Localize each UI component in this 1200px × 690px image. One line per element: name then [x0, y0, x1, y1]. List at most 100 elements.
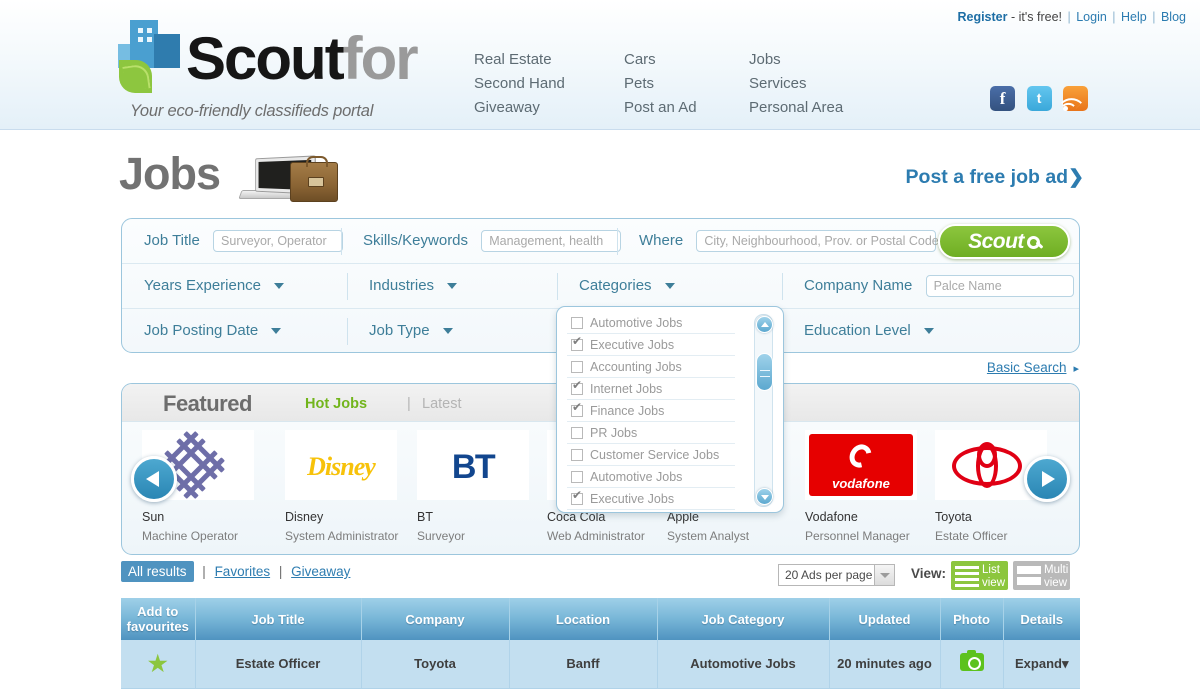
list-view-button[interactable]: List view — [951, 561, 1008, 590]
job-posting-date-label: Job Posting Date — [144, 322, 259, 339]
cell-favourite[interactable]: ★ — [121, 640, 196, 689]
company-name-input[interactable]: Palce Name — [925, 275, 1074, 298]
skills-input[interactable]: Management, health — [481, 230, 622, 253]
ads-per-page-select[interactable]: 20 Ads per page — [778, 564, 895, 586]
checkbox-icon[interactable] — [571, 449, 583, 461]
dropdown-scrollbar[interactable] — [754, 314, 773, 507]
search-row-2: Years Experience Industries Categories C… — [122, 264, 1079, 309]
results-table-wrapper: Add to favourites Job Title Company Loca… — [121, 598, 1080, 689]
nav-column-2: Cars Pets Post an Ad — [624, 48, 749, 120]
job-posting-date-dropdown[interactable]: Job Posting Date — [122, 309, 282, 353]
checkbox-icon[interactable] — [571, 489, 583, 505]
featured-card[interactable]: Disney Disney System Administrator — [285, 430, 401, 543]
blog-link[interactable]: Blog — [1161, 10, 1186, 24]
nav-personal-area[interactable]: Personal Area — [749, 96, 843, 120]
category-option[interactable]: PR Jobs — [567, 422, 735, 444]
category-option[interactable]: Automotive Jobs — [567, 466, 735, 488]
category-option[interactable]: Accounting Jobs — [567, 356, 735, 378]
laptop-briefcase-icon — [238, 152, 338, 206]
chevron-down-icon: ▾ — [1061, 655, 1069, 671]
where-field-group: Where City, Neighbourhood, Prov. or Post… — [617, 219, 939, 263]
checkbox-icon[interactable] — [571, 335, 583, 351]
carousel-next-button[interactable] — [1024, 456, 1070, 502]
checkbox-icon[interactable] — [571, 361, 583, 373]
checkbox-icon[interactable] — [571, 427, 583, 439]
job-type-dropdown[interactable]: Job Type — [347, 309, 453, 353]
scout-search-button[interactable]: Scout — [938, 224, 1070, 259]
page-title-bar: Jobs Post a free job ad❯ — [0, 130, 1200, 208]
scrollbar-thumb[interactable] — [756, 353, 773, 391]
where-input[interactable]: City, Neighbourhood, Prov. or Postal Cod… — [696, 230, 939, 253]
checkbox-icon[interactable] — [571, 401, 583, 417]
twitter-icon[interactable]: t — [1026, 86, 1052, 111]
col-company[interactable]: Company — [361, 598, 510, 640]
nav-real-estate[interactable]: Real Estate — [474, 48, 624, 72]
tab-giveaway[interactable]: Giveaway — [291, 564, 350, 579]
main-navigation: Real Estate Second Hand Giveaway Cars Pe… — [474, 48, 874, 120]
facebook-icon[interactable]: f — [990, 86, 1016, 111]
register-link[interactable]: Register — [957, 10, 1007, 24]
carousel-prev-button[interactable] — [131, 456, 177, 502]
multi-view-button[interactable]: Multi view — [1013, 561, 1070, 590]
category-option[interactable]: Automotive Jobs — [567, 312, 735, 334]
multi-view-label-1: Multi — [1044, 564, 1069, 576]
tab-all-results[interactable]: All results — [121, 561, 194, 582]
cell-details[interactable]: Expand▾ — [1003, 640, 1080, 689]
col-location[interactable]: Location — [509, 598, 658, 640]
col-add-to-favourites[interactable]: Add to favourites — [121, 598, 196, 640]
category-option[interactable]: Executive Jobs — [567, 334, 735, 356]
page-title: Jobs — [119, 148, 221, 199]
tab-favorites[interactable]: Favorites — [215, 564, 271, 579]
nav-second-hand[interactable]: Second Hand — [474, 72, 624, 96]
years-experience-dropdown[interactable]: Years Experience — [122, 264, 285, 308]
col-updated[interactable]: Updated — [829, 598, 941, 640]
checkbox-icon[interactable] — [571, 379, 583, 395]
categories-checkbox-list: Automotive Jobs Executive Jobs Accountin… — [557, 312, 745, 510]
checkbox-icon[interactable] — [571, 317, 583, 329]
col-job-title[interactable]: Job Title — [195, 598, 362, 640]
col-details[interactable]: Details — [1003, 598, 1080, 640]
nav-pets[interactable]: Pets — [624, 72, 749, 96]
featured-card[interactable]: vodafone Vodafone Personnel Manager — [805, 430, 921, 543]
tab-latest[interactable]: Latest — [422, 396, 462, 412]
nav-giveaway[interactable]: Giveaway — [474, 96, 624, 120]
login-link[interactable]: Login — [1076, 10, 1107, 24]
category-label: Accounting Jobs — [590, 360, 682, 374]
nav-services[interactable]: Services — [749, 72, 843, 96]
scroll-down-icon[interactable] — [756, 488, 773, 505]
industries-dropdown[interactable]: Industries — [347, 264, 458, 308]
nav-post-an-ad[interactable]: Post an Ad — [624, 96, 749, 120]
job-title-label: Job Title — [144, 232, 200, 249]
tab-hot-jobs[interactable]: Hot Jobs — [305, 396, 367, 412]
category-label: Customer Service Jobs — [590, 448, 720, 462]
camera-icon[interactable] — [959, 650, 984, 672]
col-photo[interactable]: Photo — [940, 598, 1004, 640]
cell-location: Banff — [509, 640, 658, 689]
category-option[interactable]: Executive Jobs — [567, 488, 735, 510]
category-option[interactable]: Finance Jobs — [567, 400, 735, 422]
featured-role: System Analyst — [667, 529, 750, 543]
table-row[interactable]: ★ Estate Officer Toyota Banff Automotive… — [121, 640, 1080, 689]
cell-job-title[interactable]: Estate Officer — [195, 640, 362, 689]
col-job-category[interactable]: Job Category — [657, 598, 830, 640]
rss-icon[interactable] — [1060, 86, 1088, 114]
help-link[interactable]: Help — [1121, 10, 1147, 24]
cell-photo[interactable] — [940, 640, 1004, 689]
checkbox-icon[interactable] — [571, 471, 583, 483]
star-icon[interactable]: ★ — [148, 651, 168, 676]
featured-company: Disney — [285, 510, 324, 524]
categories-dropdown[interactable]: Categories — [557, 264, 675, 308]
category-option[interactable]: Customer Service Jobs — [567, 444, 735, 466]
education-level-dropdown[interactable]: Education Level — [782, 309, 934, 353]
nav-jobs[interactable]: Jobs — [749, 48, 843, 72]
scroll-up-icon[interactable] — [756, 316, 773, 333]
nav-cars[interactable]: Cars — [624, 48, 749, 72]
basic-search-link[interactable]: Basic Search ▸ — [987, 360, 1079, 375]
category-option[interactable]: Internet Jobs — [567, 378, 735, 400]
job-title-input[interactable]: Surveyor, Operator — [213, 230, 344, 253]
post-free-job-ad-link[interactable]: Post a free job ad❯ — [906, 166, 1084, 189]
chevron-down-icon[interactable] — [874, 565, 894, 585]
chevron-down-icon — [442, 328, 453, 335]
site-logo[interactable]: Scoutfor Your eco-friendly classifieds p… — [118, 18, 458, 120]
featured-card[interactable]: BT BT Surveyor — [417, 430, 533, 543]
